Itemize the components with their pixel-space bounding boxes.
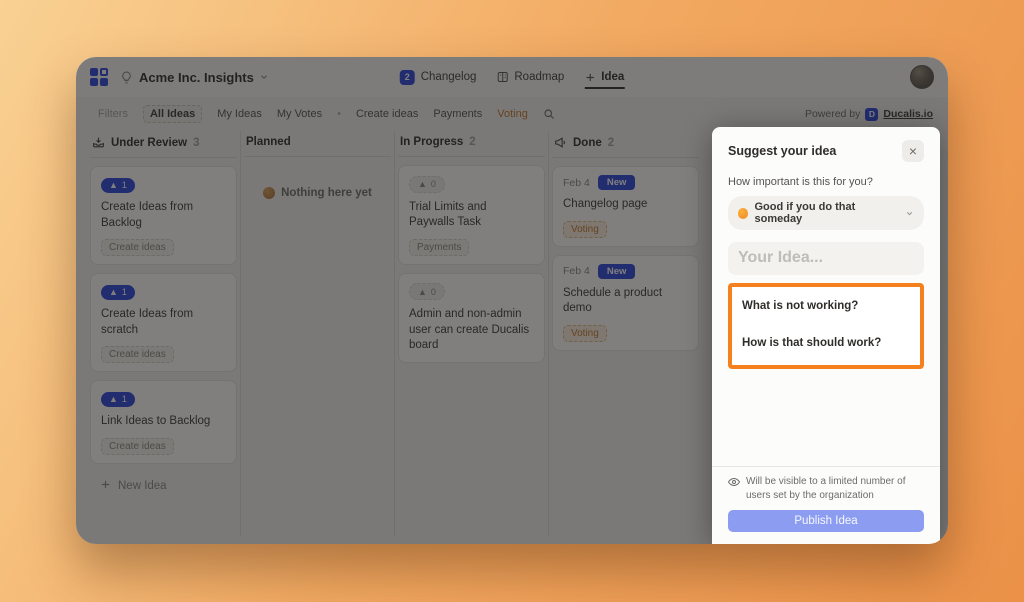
- smiley-emoji-icon: [738, 208, 748, 219]
- close-icon[interactable]: ×: [902, 140, 924, 162]
- eye-icon: [728, 475, 740, 502]
- idea-details-textarea[interactable]: What is not working? How is that should …: [728, 283, 924, 369]
- idea-title-input[interactable]: [728, 242, 924, 275]
- chevron-down-icon: [905, 209, 914, 218]
- importance-select[interactable]: Good if you do that someday: [728, 196, 924, 230]
- importance-value: Good if you do that someday: [754, 201, 899, 225]
- panel-title: Suggest your idea: [728, 140, 836, 158]
- visibility-note: Will be visible to a limited number of u…: [728, 475, 924, 502]
- visibility-note-text: Will be visible to a limited number of u…: [746, 475, 924, 502]
- suggest-idea-panel: Suggest your idea × How important is thi…: [712, 127, 940, 544]
- panel-header: Suggest your idea ×: [728, 140, 924, 162]
- panel-footer: Will be visible to a limited number of u…: [712, 466, 940, 544]
- prompt-line-2: How is that should work?: [742, 337, 910, 349]
- importance-question: How important is this for you?: [728, 176, 924, 188]
- publish-idea-button[interactable]: Publish Idea: [728, 510, 924, 532]
- app-window: Acme Inc. Insights 2 Changelog Roadmap I…: [76, 57, 948, 544]
- prompt-line-1: What is not working?: [742, 300, 910, 312]
